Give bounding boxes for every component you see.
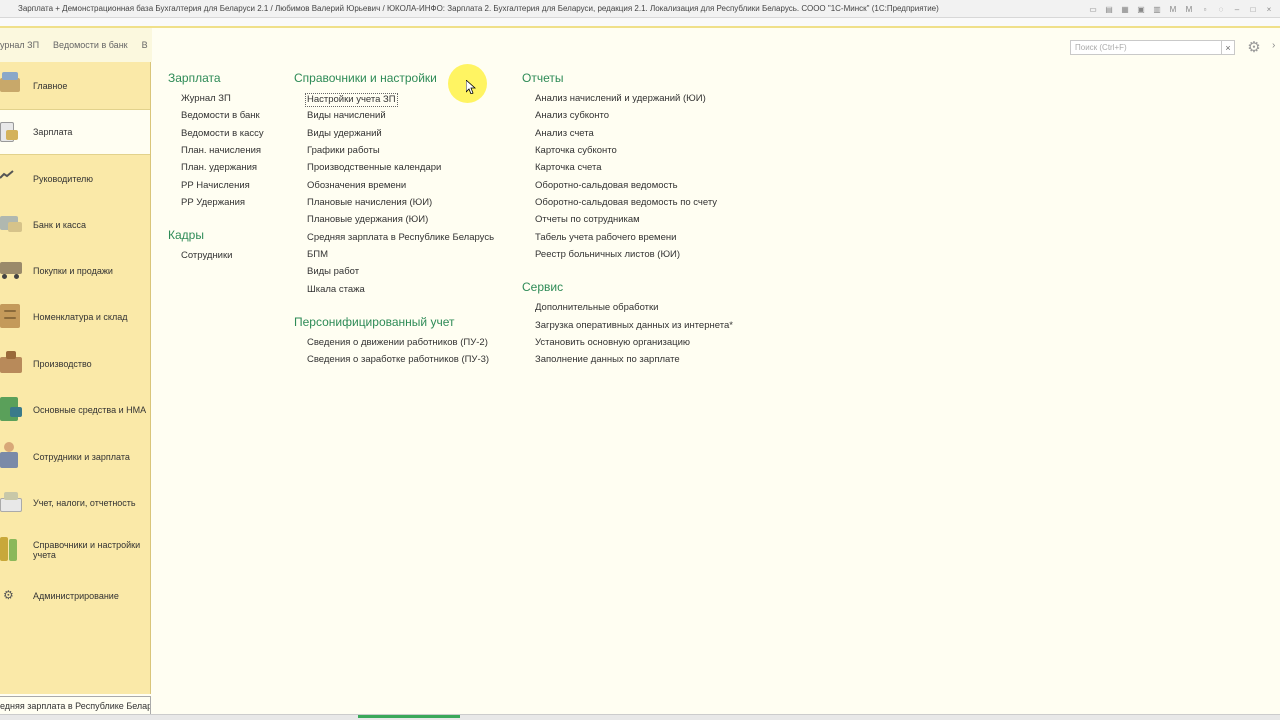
link-planned-deductions[interactable]: План. удержания <box>181 162 257 174</box>
open-tab-more[interactable]: В <box>142 40 148 50</box>
status-current-item: едняя зарплата в Республике Беларусь <box>0 696 151 714</box>
section-panel: Главное Зарплата Руководителю Банк и кас… <box>0 62 151 694</box>
open-tab-journal[interactable]: урнал ЗП <box>0 40 39 50</box>
section-title-service: Сервис <box>522 280 564 294</box>
link-subconto-analysis[interactable]: Анализ субконто <box>535 110 609 122</box>
link-bank-statements[interactable]: Ведомости в банк <box>181 110 260 122</box>
sidebar-item-production[interactable]: Производство <box>0 341 150 387</box>
open-windows-bar: урнал ЗП Ведомости в банк В <box>0 28 152 62</box>
top-strip <box>0 18 1280 28</box>
link-load-online-data[interactable]: Загрузка оперативных данных из интернета… <box>535 320 733 332</box>
sidebar-item-accounting[interactable]: Учет, налоги, отчетность <box>0 480 150 526</box>
calculator-icon[interactable]: ▣ <box>1134 3 1148 15</box>
link-salary-settings[interactable]: Настройки учета ЗП <box>305 93 398 107</box>
chart-line-icon <box>0 170 24 196</box>
link-timesheet[interactable]: Табель учета рабочего времени <box>535 232 676 244</box>
accounting-icon <box>0 490 24 516</box>
link-employees[interactable]: Сотрудники <box>181 250 232 262</box>
zoom-icon[interactable]: ▫ <box>1198 3 1212 15</box>
link-planned-deductions-ui[interactable]: Плановые удержания (ЮИ) <box>307 214 428 226</box>
window-title: Зарплата + Демонстрационная база Бухгалт… <box>18 4 939 13</box>
sidebar-item-references[interactable]: Справочники и настройки учета <box>0 527 150 573</box>
link-account-card[interactable]: Карточка счета <box>535 162 602 174</box>
close-section-icon[interactable]: › <box>1272 40 1280 54</box>
bank-icon <box>0 212 24 238</box>
link-sick-leave-register[interactable]: Реестр больничных листов (ЮИ) <box>535 249 680 261</box>
link-production-calendars[interactable]: Производственные календари <box>307 162 441 174</box>
section-title-hr: Кадры <box>168 228 204 242</box>
memory-plus-icon[interactable]: M <box>1166 3 1180 15</box>
settings-gear-icon[interactable]: ⚙ <box>1244 38 1264 56</box>
link-salary-journal[interactable]: Журнал ЗП <box>181 93 231 105</box>
assets-icon <box>0 395 24 421</box>
sidebar-item-manager[interactable]: Руководителю <box>0 156 150 202</box>
search-input[interactable] <box>1070 40 1222 55</box>
section-title-references: Справочники и настройки <box>294 71 437 85</box>
mouse-pointer-icon <box>466 80 476 94</box>
link-additional-processing[interactable]: Дополнительные обработки <box>535 302 658 314</box>
sidebar-item-purchases[interactable]: Покупки и продажи <box>0 248 150 294</box>
minimize-icon[interactable]: – <box>1230 3 1244 15</box>
title-bar: Зарплата + Демонстрационная база Бухгалт… <box>0 0 1280 18</box>
save-icon[interactable]: ▦ <box>1118 3 1132 15</box>
link-average-salary[interactable]: Средняя зарплата в Республике Беларусь <box>307 232 494 244</box>
sidebar-item-nomenclature[interactable]: Номенклатура и склад <box>0 294 150 340</box>
sidebar-item-assets[interactable]: Основные средства и НМА <box>0 387 150 433</box>
home-icon <box>0 72 24 98</box>
link-pp-deductions[interactable]: РР Удержания <box>181 197 245 209</box>
sidebar-item-main[interactable]: Главное <box>0 63 150 109</box>
sidebar-item-bank[interactable]: Банк и касса <box>0 202 150 248</box>
link-work-types[interactable]: Виды работ <box>307 266 359 278</box>
notifications-icon[interactable]: ◌ <box>1214 3 1228 15</box>
link-subconto-card[interactable]: Карточка субконто <box>535 145 617 157</box>
link-account-analysis[interactable]: Анализ счета <box>535 128 594 140</box>
link-fill-salary-data[interactable]: Заполнение данных по зарплате <box>535 354 680 366</box>
window-controls: ▭ ▤ ▦ ▣ ▥ M M ▫ ◌ – □ × <box>1086 0 1280 18</box>
section-title-salary: Зарплата <box>168 71 221 85</box>
truck-icon <box>0 258 24 284</box>
section-title-personal: Персонифицированный учет <box>294 315 455 329</box>
sidebar-item-administration[interactable]: ⚙ Администрирование <box>0 573 150 619</box>
link-set-main-org[interactable]: Установить основную организацию <box>535 337 690 349</box>
section-title-reports: Отчеты <box>522 71 564 85</box>
books-icon <box>0 535 24 561</box>
link-work-schedules[interactable]: Графики работы <box>307 145 380 157</box>
maximize-icon[interactable]: □ <box>1246 3 1260 15</box>
link-employee-reports[interactable]: Отчеты по сотрудникам <box>535 214 640 226</box>
salary-icon <box>0 120 24 146</box>
print-icon[interactable]: ▤ <box>1102 3 1116 15</box>
gear-icon: ⚙ <box>3 588 14 602</box>
link-planned-accruals[interactable]: План. начисления <box>181 145 261 157</box>
progress-indicator <box>358 715 460 718</box>
link-bpm[interactable]: БПМ <box>307 249 328 261</box>
link-trial-balance[interactable]: Оборотно-сальдовая ведомость <box>535 180 678 192</box>
link-pu3[interactable]: Сведения о заработке работников (ПУ-3) <box>307 354 489 366</box>
warehouse-icon <box>0 302 24 328</box>
link-cash-statements[interactable]: Ведомости в кассу <box>181 128 264 140</box>
link-pp-accruals[interactable]: РР Начисления <box>181 180 250 192</box>
toolbar-icon[interactable]: ▭ <box>1086 3 1100 15</box>
sidebar-item-salary[interactable]: Зарплата <box>0 109 150 155</box>
link-trial-balance-account[interactable]: Оборотно-сальдовая ведомость по счету <box>535 197 717 209</box>
production-icon <box>0 351 24 377</box>
link-accrual-types[interactable]: Виды начислений <box>307 110 386 122</box>
link-accrual-analysis[interactable]: Анализ начислений и удержаний (ЮИ) <box>535 93 706 105</box>
link-seniority-scale[interactable]: Шкала стажа <box>307 284 365 296</box>
link-planned-accruals-ui[interactable]: Плановые начисления (ЮИ) <box>307 197 432 209</box>
memory-minus-icon[interactable]: M <box>1182 3 1196 15</box>
status-bar <box>0 714 1280 720</box>
link-pu2[interactable]: Сведения о движении работников (ПУ-2) <box>307 337 488 349</box>
employee-icon <box>0 442 24 468</box>
sidebar-item-employees[interactable]: Сотрудники и зарплата <box>0 434 150 480</box>
link-time-codes[interactable]: Обозначения времени <box>307 180 406 192</box>
link-deduction-types[interactable]: Виды удержаний <box>307 128 382 140</box>
open-tab-bank-statements[interactable]: Ведомости в банк <box>53 40 128 50</box>
close-icon[interactable]: × <box>1262 3 1276 15</box>
clear-search-button[interactable]: × <box>1222 40 1235 55</box>
calendar-icon[interactable]: ▥ <box>1150 3 1164 15</box>
